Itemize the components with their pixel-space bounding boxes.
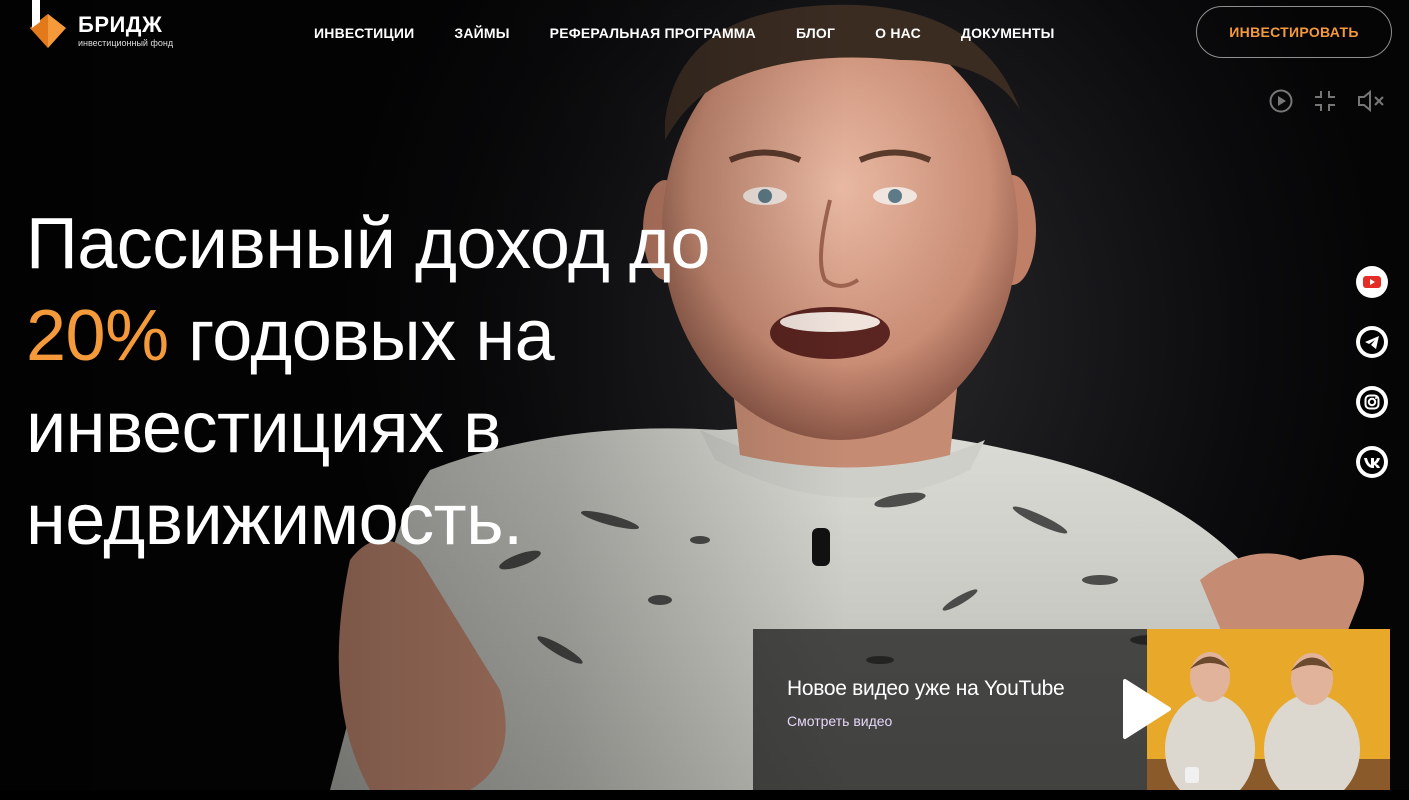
hero-headline: Пассивный доход до 20% годовых на инвест… — [26, 198, 786, 566]
hero-line-3: инвестициях в — [26, 388, 501, 468]
vk-icon[interactable] — [1356, 446, 1388, 478]
play-video-icon[interactable] — [1121, 677, 1173, 741]
logo-subtitle: инвестиционный фонд — [78, 38, 174, 48]
video-thumbnail[interactable] — [1147, 629, 1390, 790]
hero-line-1: Пассивный доход до — [26, 204, 710, 284]
hero-line-4: недвижимость. — [26, 480, 523, 560]
instagram-icon[interactable] — [1356, 386, 1388, 418]
main-nav: ИНВЕСТИЦИИ ЗАЙМЫ РЕФЕРАЛЬНАЯ ПРОГРАММА Б… — [314, 25, 1055, 41]
telegram-icon[interactable] — [1356, 326, 1388, 358]
site-header: БРИДЖ инвестиционный фонд ИНВЕСТИЦИИ ЗАЙ… — [0, 0, 1409, 70]
mute-icon[interactable] — [1356, 88, 1384, 114]
invest-button[interactable]: ИНВЕСТИРОВАТЬ — [1196, 6, 1392, 58]
promo-title: Новое видео уже на YouTube — [787, 677, 1065, 700]
nav-item-blog[interactable]: БЛОГ — [796, 25, 835, 41]
nav-item-referral-program[interactable]: РЕФЕРАЛЬНАЯ ПРОГРАММА — [550, 25, 756, 41]
page-bottom-strip — [0, 790, 1409, 800]
hero-accent-percent: 20% — [26, 296, 169, 376]
nav-item-documents[interactable]: ДОКУМЕНТЫ — [961, 25, 1055, 41]
hero-line-2: годовых на — [168, 296, 555, 376]
watch-video-link[interactable]: Смотреть видео — [787, 713, 1147, 729]
youtube-icon[interactable] — [1356, 266, 1388, 298]
nav-item-loans[interactable]: ЗАЙМЫ — [454, 25, 509, 41]
video-controls — [1268, 88, 1384, 114]
youtube-promo-card[interactable]: Новое видео уже на YouTube Смотреть виде… — [753, 629, 1390, 790]
logo-name: БРИДЖ — [78, 12, 163, 37]
logo-icon — [30, 0, 66, 48]
social-links — [1356, 266, 1388, 478]
exit-fullscreen-icon[interactable] — [1312, 88, 1338, 114]
logo[interactable]: БРИДЖ инвестиционный фонд — [26, 0, 173, 52]
play-icon[interactable] — [1268, 88, 1294, 114]
nav-item-about[interactable]: О НАС — [875, 25, 921, 41]
nav-item-investments[interactable]: ИНВЕСТИЦИИ — [314, 25, 414, 41]
